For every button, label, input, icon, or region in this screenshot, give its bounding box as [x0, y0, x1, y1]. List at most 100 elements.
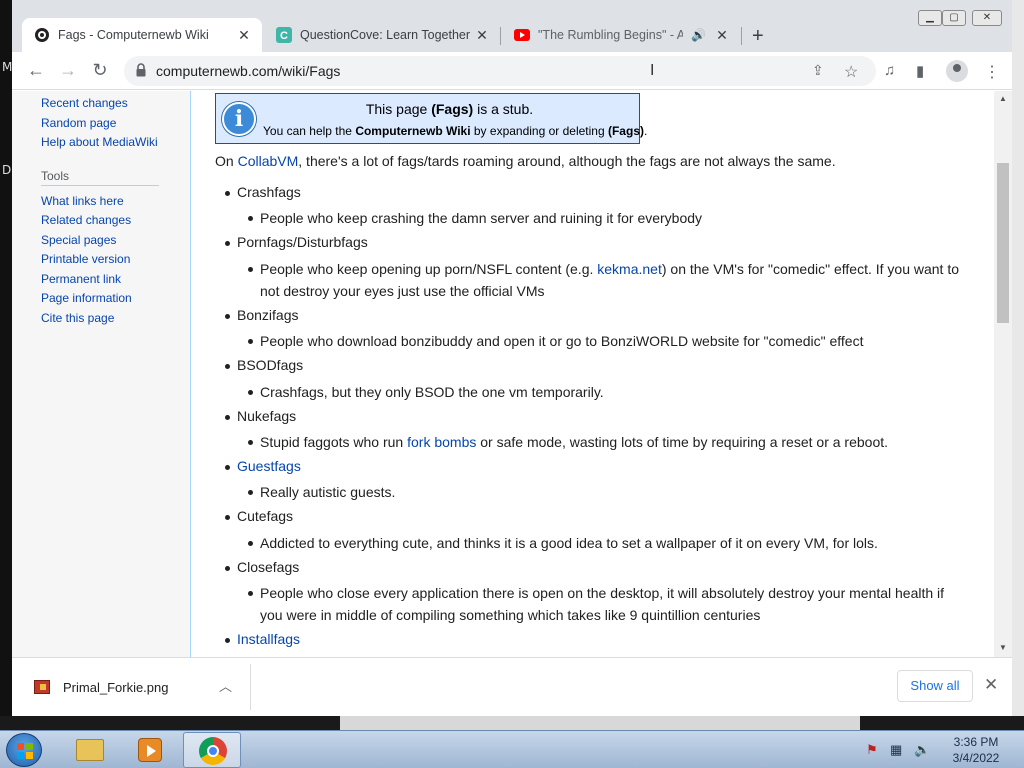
system-clock[interactable]: 3:36 PM 3/4/2022	[940, 734, 1012, 766]
taskbar-chrome[interactable]	[183, 732, 241, 768]
download-file-name[interactable]: Primal_Forkie.png	[63, 680, 169, 695]
shelf-divider	[250, 664, 251, 710]
image-file-icon	[34, 680, 50, 694]
sidebar-link-help[interactable]: Help about MediaWiki	[41, 135, 158, 149]
list-item-term: Guestfags	[225, 458, 301, 474]
download-shelf: Primal_Forkie.png ︿ Show all ✕	[12, 657, 1012, 716]
speaker-icon[interactable]: 🔊	[691, 28, 706, 42]
profile-avatar[interactable]	[946, 60, 968, 82]
share-icon[interactable]: ⇪	[812, 62, 824, 79]
sidebar-link-printable-version[interactable]: Printable version	[41, 252, 130, 266]
sidebar-link-what-links-here[interactable]: What links here	[41, 194, 124, 208]
tab-title: Fags - Computernewb Wiki	[58, 28, 209, 42]
list-item-description: Really autistic guests.	[248, 481, 970, 503]
sidebar-link-permanent-link[interactable]: Permanent link	[41, 272, 121, 286]
questioncove-favicon-icon: C	[276, 27, 292, 43]
volume-icon[interactable]: 🔈	[914, 742, 930, 758]
back-button[interactable]: ←	[24, 60, 48, 81]
fork-bombs-link[interactable]: fork bombs	[407, 434, 476, 450]
clock-date: 3/4/2022	[952, 751, 1000, 765]
tab-separator	[500, 27, 501, 45]
list-item-description: People who close every application there…	[248, 582, 970, 626]
menu-kebab-icon[interactable]: ⋮	[984, 62, 1000, 82]
chrome-icon	[199, 737, 227, 765]
sidebar-link-related-changes[interactable]: Related changes	[41, 213, 131, 227]
list-item-description: People who download bonzibuddy and open …	[248, 330, 970, 352]
sidebar-link-random-page[interactable]: Random page	[41, 116, 116, 130]
network-icon[interactable]: ▦	[890, 742, 902, 758]
installfags-link[interactable]: Installfags	[237, 631, 300, 647]
windows-taskbar: ⚑ ▦ 🔈 3:36 PM 3/4/2022	[0, 730, 1024, 768]
tab-strip: ▁ ▢ ✕ Fags - Computernewb Wiki ✕ C Quest…	[12, 0, 1012, 52]
collabvm-link[interactable]: CollabVM	[238, 153, 299, 169]
youtube-favicon-icon	[514, 29, 530, 41]
wiki-sidebar: Recent changes Random page Help about Me…	[12, 91, 190, 657]
scroll-down-arrow-icon[interactable]: ▼	[994, 643, 1012, 652]
lock-icon	[136, 63, 146, 77]
forward-button[interactable]: →	[56, 60, 80, 81]
desktop-right-edge	[1012, 0, 1024, 728]
list-item-term: Bonzifags	[224, 307, 299, 323]
list-item-term: BSODfags	[224, 357, 304, 373]
tab-separator	[741, 27, 742, 45]
list-item-term: Installfags	[224, 631, 300, 647]
media-control-icon[interactable]: ♫	[884, 62, 895, 79]
list-item-description: Crashfags, but they only BSOD the one vm…	[248, 381, 970, 403]
start-button[interactable]	[6, 733, 42, 767]
list-item-term: Cutefags	[224, 508, 294, 524]
desktop-wallpaper-shape	[340, 716, 860, 730]
side-panel-icon[interactable]: ▮	[916, 62, 924, 80]
kekma-link[interactable]: kekma.net	[597, 261, 662, 277]
tab-questioncove[interactable]: C QuestionCove: Learn Together ✕	[264, 18, 500, 52]
intro-paragraph: On CollabVM, there's a lot of fags/tards…	[215, 153, 836, 169]
list-item-description: Stupid faggots who run fork bombs or saf…	[248, 431, 970, 453]
scrollbar-thumb[interactable]	[997, 163, 1009, 323]
url-text[interactable]: computernewb.com/wiki/Fags	[156, 63, 340, 79]
taskbar-explorer[interactable]	[60, 732, 118, 768]
article-content	[190, 91, 994, 657]
svg-text:C: C	[280, 30, 288, 42]
maximize-button[interactable]: ▢	[942, 10, 966, 26]
address-bar[interactable]: computernewb.com/wiki/Fags I ⇪ ☆	[124, 56, 876, 86]
stub-message: You can help the Computernewb Wiki by ex…	[263, 124, 648, 138]
desktop-label: D	[2, 163, 12, 177]
folder-icon	[76, 739, 104, 761]
scroll-up-arrow-icon[interactable]: ▲	[994, 94, 1012, 103]
tab-close-icon[interactable]: ✕	[236, 27, 252, 44]
browser-toolbar: ← → ↻ computernewb.com/wiki/Fags I ⇪ ☆ ♫…	[12, 52, 1012, 90]
page-scrollbar[interactable]: ▲ ▼	[994, 91, 1012, 657]
bookmark-star-icon[interactable]: ☆	[844, 62, 858, 82]
reload-button[interactable]: ↻	[88, 60, 112, 81]
list-item-term: Pornfags/Disturbfags	[225, 234, 368, 250]
taskbar-media-player[interactable]	[120, 732, 178, 768]
windows-logo-icon	[17, 743, 33, 759]
tab-close-icon[interactable]: ✕	[714, 27, 730, 44]
sidebar-link-recent-changes[interactable]: Recent changes	[41, 96, 128, 110]
list-item-description: People who keep opening up porn/NSFL con…	[248, 258, 970, 302]
browser-window: ▁ ▢ ✕ Fags - Computernewb Wiki ✕ C Quest…	[12, 0, 1012, 716]
list-item-description: People who keep crashing the damn server…	[248, 207, 970, 229]
sidebar-link-page-information[interactable]: Page information	[41, 291, 132, 305]
list-item-term: Crashfags	[225, 184, 301, 200]
new-tab-button[interactable]: +	[752, 25, 764, 48]
chevron-up-icon[interactable]: ︿	[219, 676, 232, 695]
wiki-favicon-icon	[35, 28, 49, 42]
minimize-button[interactable]: ▁	[918, 10, 942, 26]
tab-title: QuestionCove: Learn Together	[300, 28, 471, 42]
media-player-icon	[138, 738, 162, 762]
action-center-icon[interactable]: ⚑	[866, 742, 878, 758]
text-cursor-icon: I	[650, 62, 655, 79]
close-window-button[interactable]: ✕	[972, 10, 1002, 26]
tab-close-icon[interactable]: ✕	[474, 27, 490, 44]
show-all-button[interactable]: Show all	[897, 670, 973, 702]
list-item-term: Nukefags	[224, 408, 297, 424]
desktop-label: M	[2, 60, 13, 74]
sidebar-link-cite-this-page[interactable]: Cite this page	[41, 311, 114, 325]
tab-wiki[interactable]: Fags - Computernewb Wiki ✕	[22, 18, 262, 52]
close-shelf-icon[interactable]: ✕	[984, 675, 998, 695]
list-item-term: Closefags	[224, 559, 300, 575]
guestfags-link[interactable]: Guestfags	[237, 458, 301, 474]
list-item-description: Addicted to everything cute, and thinks …	[248, 532, 970, 554]
tab-youtube[interactable]: "The Rumbling Begins" - Atta 🔊 ✕	[502, 18, 740, 52]
sidebar-link-special-pages[interactable]: Special pages	[41, 233, 116, 247]
